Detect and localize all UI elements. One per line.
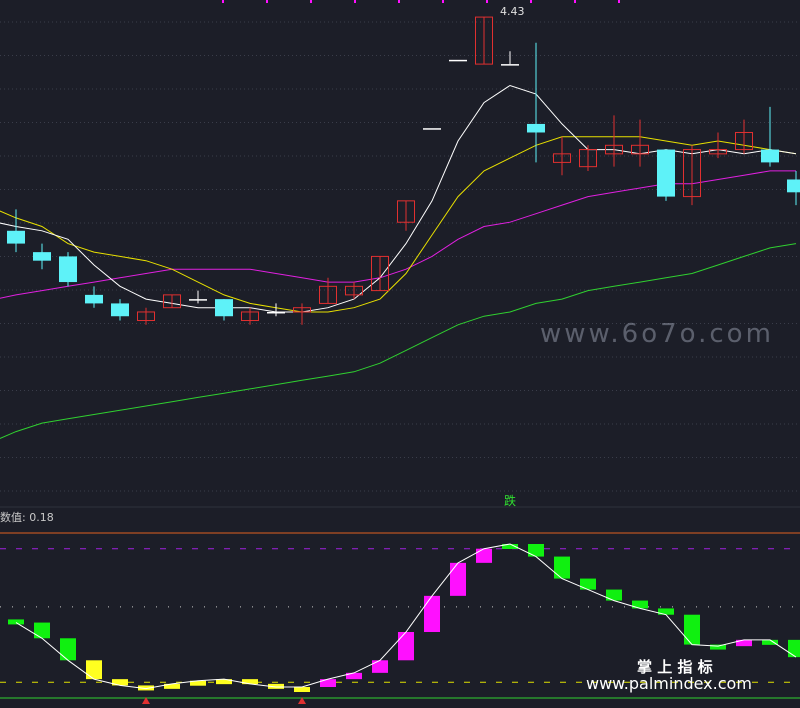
top-dot [486, 0, 488, 3]
top-dot [354, 0, 356, 3]
candle-body [761, 149, 779, 163]
oscillator-bar [632, 600, 648, 609]
oscillator-bar [294, 687, 310, 692]
candle-body [267, 311, 285, 314]
oscillator-bar [554, 556, 570, 579]
candle-body [501, 64, 519, 66]
top-dot [222, 0, 224, 3]
oscillator-bar [606, 589, 622, 601]
candle-body [423, 128, 441, 130]
candle-body [85, 294, 103, 304]
price-grid [0, 21, 800, 508]
indicator-label: 数值: 0.18 [0, 511, 54, 524]
top-dot [266, 0, 268, 3]
oscillator-bar [34, 622, 50, 639]
watermark-main: www.6o7o.com [540, 319, 774, 349]
oscillator-bar [788, 639, 800, 658]
oscillator-bar [424, 595, 440, 632]
watermark-site: www.palmindex.com [586, 674, 752, 693]
candle-body [189, 299, 207, 301]
candle-body [215, 299, 233, 317]
oscillator-bar [8, 619, 24, 625]
oscillator-bar [476, 548, 492, 563]
top-price-label: 4.43 [500, 5, 525, 18]
oscillator-bar [684, 614, 700, 645]
oscillator-bar [86, 660, 102, 680]
ma_magenta-line [0, 170, 796, 299]
candle-body [527, 123, 545, 133]
stock-chart: 4.43 跌 数值: 0.18 www.6o7o.com 掌 上 指 标 www… [0, 0, 800, 704]
candle-body [33, 252, 51, 261]
top-dot [398, 0, 400, 3]
candle-body [59, 256, 77, 283]
oscillator-bar [580, 578, 596, 590]
signal-label: 跌 [504, 493, 516, 508]
candle-body [657, 149, 675, 197]
top-dot [310, 0, 312, 3]
candle-body [449, 59, 467, 62]
oscillator-bar [528, 544, 544, 557]
oscillator-bar [450, 562, 466, 596]
top-dot [442, 0, 444, 3]
oscillator-bar [60, 638, 76, 661]
candle-body [7, 230, 25, 244]
oscillator-bar [372, 660, 388, 673]
moving-average-lines [0, 84, 797, 440]
top-dot [530, 0, 532, 3]
candle-body [111, 303, 129, 317]
candle-body [787, 179, 800, 193]
candlesticks [7, 16, 800, 325]
oscillator-bar [398, 632, 414, 661]
top-dots [222, 0, 620, 3]
top-dot [618, 0, 620, 3]
top-dot [574, 0, 576, 3]
